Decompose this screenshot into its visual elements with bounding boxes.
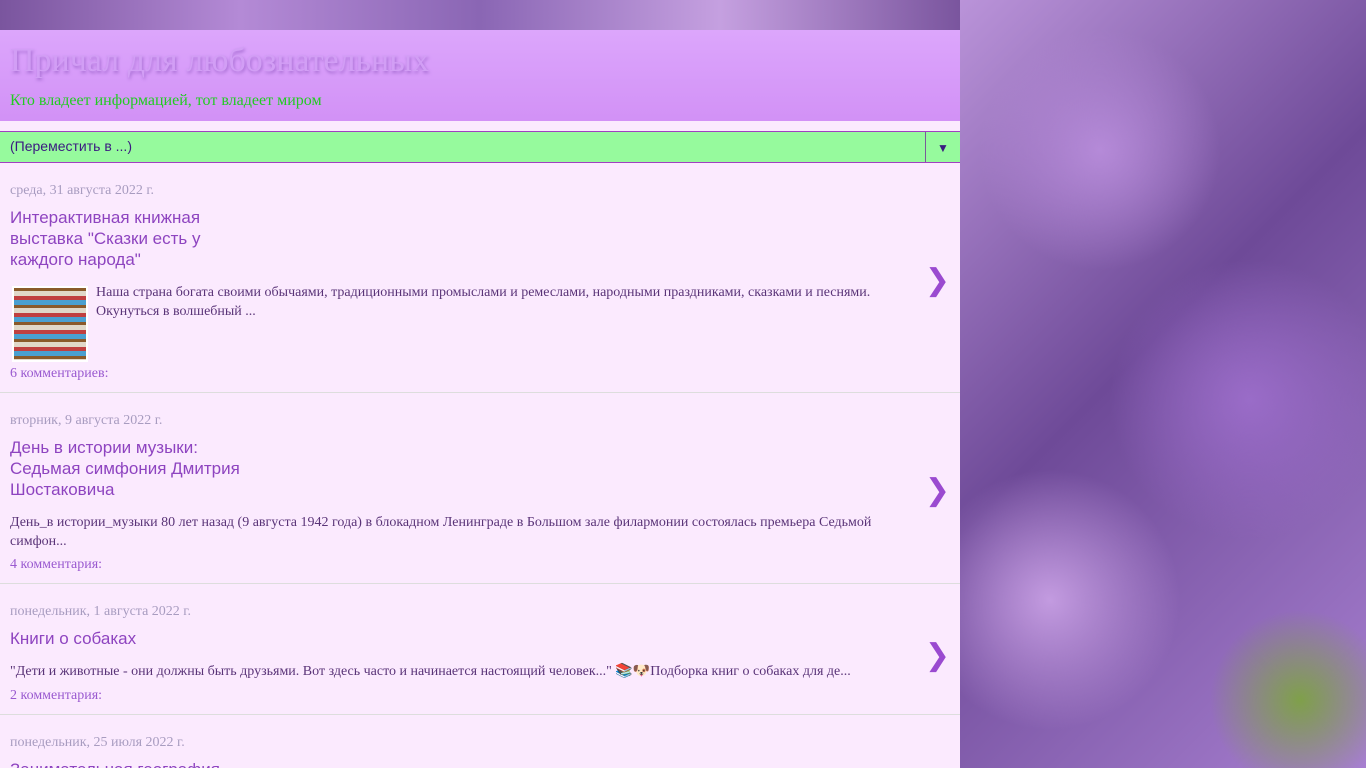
page-nav-select[interactable]: (Переместить в ...) ▼ — [0, 131, 960, 163]
post-item: вторник, 9 августа 2022 г. День в истори… — [0, 393, 960, 584]
header-background-strip — [0, 0, 960, 30]
post-comments-link[interactable]: 6 комментариев: — [10, 366, 950, 382]
post-comments-link[interactable]: 4 комментария: — [10, 557, 950, 573]
blog-title[interactable]: Причал для любознательных — [10, 30, 950, 80]
post-item: среда, 31 августа 2022 г. Интерактивная … — [0, 163, 960, 393]
post-comments-link[interactable]: 2 комментария: — [10, 688, 950, 704]
blog-main: Причал для любознательных Кто владеет ин… — [0, 30, 960, 768]
post-title[interactable]: Занимательная география — [10, 759, 250, 768]
post-snippet: День_в истории_музыки 80 лет назад (9 ав… — [10, 515, 872, 549]
post-date: понедельник, 1 августа 2022 г. — [10, 604, 191, 619]
post-item: понедельник, 25 июля 2022 г. Занимательн… — [0, 715, 960, 768]
post-date: понедельник, 25 июля 2022 г. — [10, 734, 185, 750]
blog-header: Причал для любознательных Кто владеет ин… — [0, 30, 960, 121]
post-title[interactable]: Интерактивная книжная выставка "Сказки е… — [10, 207, 250, 270]
post-snippet-text: Наша страна богата своими обычаями, трад… — [96, 285, 871, 319]
post-snippet: Наша страна богата своими обычаями, трад… — [10, 284, 950, 362]
post-thumbnail[interactable] — [12, 286, 88, 362]
chevron-right-icon[interactable]: ❯ — [925, 263, 950, 298]
post-snippet: "Дети и животные - они должны быть друзь… — [10, 664, 851, 679]
post-date: среда, 31 августа 2022 г. — [10, 183, 155, 198]
nav-select-label: (Переместить в ...) — [10, 138, 132, 154]
post-date: вторник, 9 августа 2022 г. — [10, 413, 163, 428]
post-title[interactable]: Книги о собаках — [10, 628, 250, 649]
chevron-right-icon[interactable]: ❯ — [925, 473, 950, 508]
chevron-right-icon[interactable]: ❯ — [925, 638, 950, 673]
chevron-down-icon[interactable]: ▼ — [925, 132, 960, 162]
post-title[interactable]: День в истории музыки: Седьмая симфония … — [10, 437, 250, 500]
post-item: понедельник, 1 августа 2022 г. Книги о с… — [0, 584, 960, 715]
blog-description: Кто владеет информацией, тот владеет мир… — [10, 92, 322, 109]
